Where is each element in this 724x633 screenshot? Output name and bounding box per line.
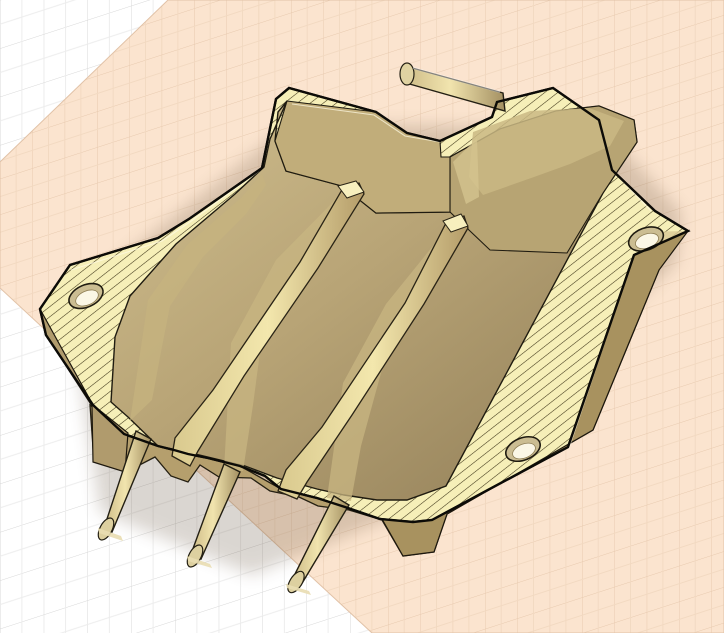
cad-viewport[interactable] <box>0 0 724 633</box>
model-canvas[interactable] <box>0 0 724 633</box>
